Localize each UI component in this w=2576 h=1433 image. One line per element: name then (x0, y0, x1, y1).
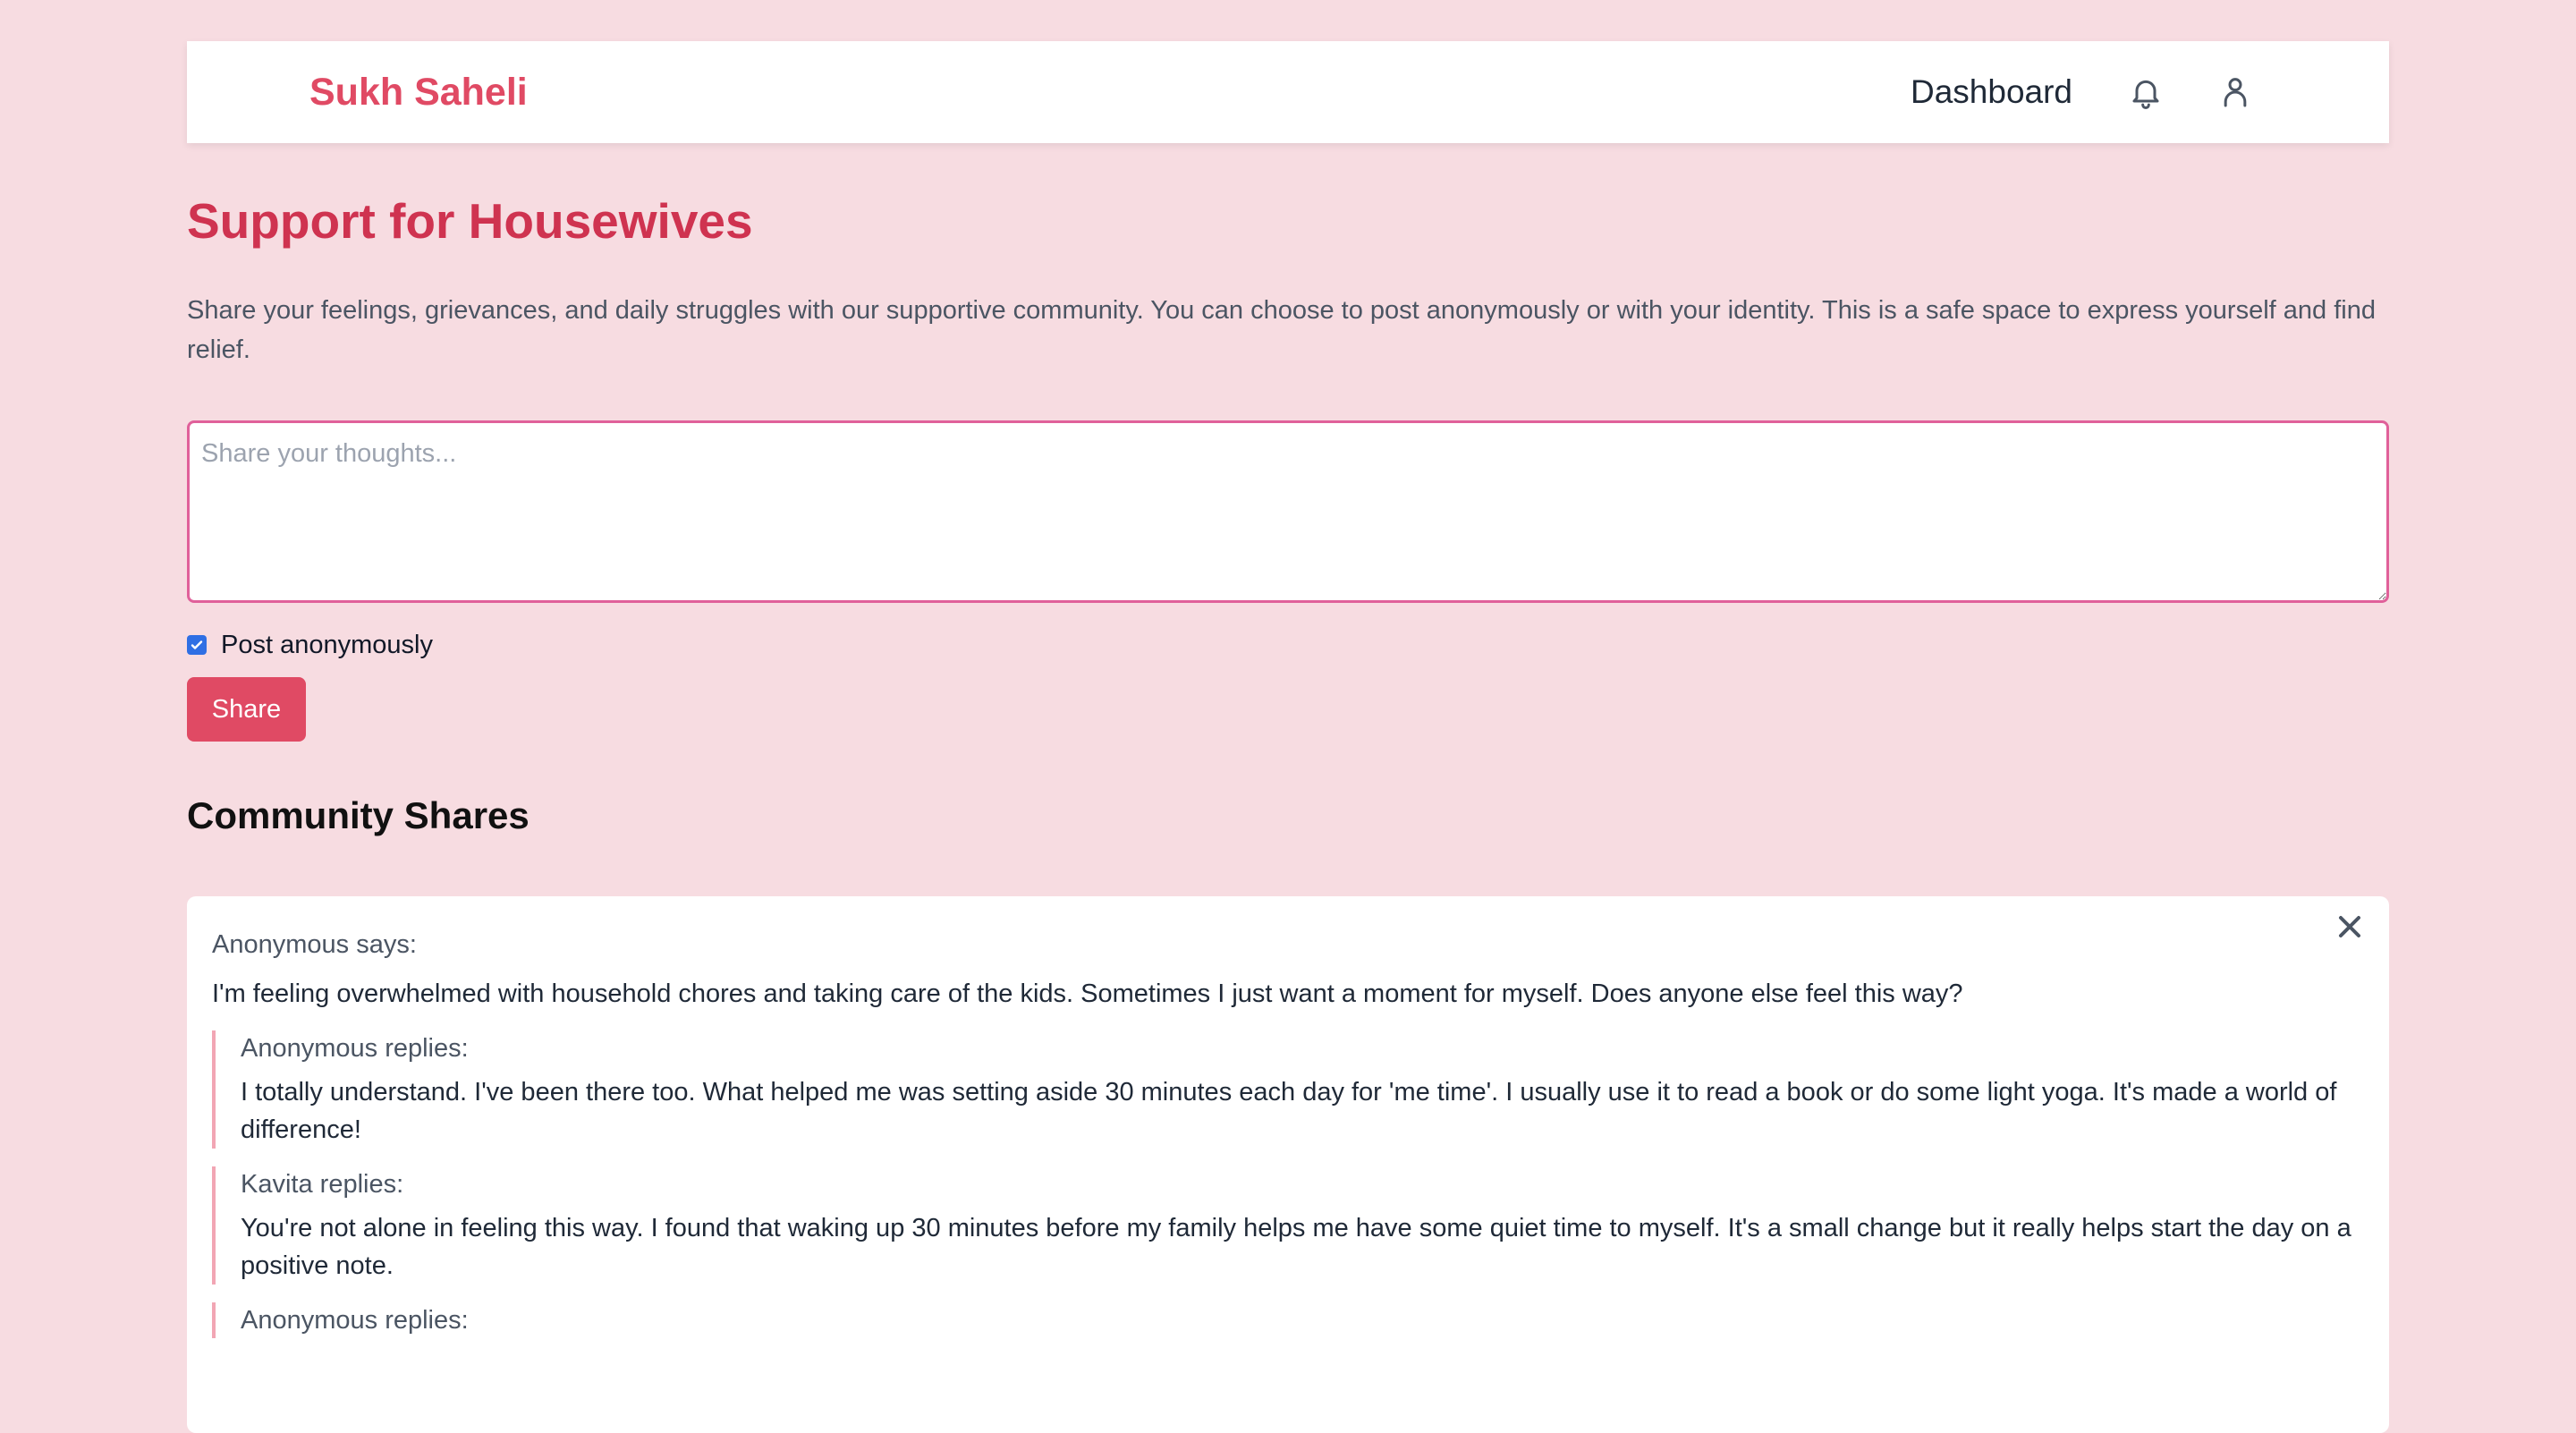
reply-text: You're not alone in feeling this way. I … (241, 1214, 2351, 1280)
anonymous-label[interactable]: Post anonymously (221, 631, 433, 660)
community-heading: Community Shares (187, 794, 530, 836)
dashboard-link[interactable]: Dashboard (1911, 73, 2072, 111)
post-card: Anonymous says: I'm feeling overwhelmed … (187, 896, 2389, 1433)
anonymous-checkbox[interactable] (187, 635, 207, 655)
reply-item: Anonymous replies: (212, 1302, 2364, 1338)
bell-icon[interactable] (2126, 72, 2165, 112)
reply-item: Anonymous replies: I totally understand.… (212, 1030, 2364, 1149)
post-author: Anonymous says: (212, 930, 417, 959)
page-intro: Share your feelings, grievances, and dai… (187, 296, 2376, 364)
reply-author: Kavita replies: (241, 1170, 404, 1199)
anonymous-option: Post anonymously (187, 626, 433, 664)
top-navbar: Sukh Saheli Dashboard (187, 41, 2389, 143)
brand-logo[interactable]: Sukh Saheli (309, 41, 528, 143)
thoughts-textarea[interactable] (190, 423, 2386, 600)
checkmark-icon (191, 640, 203, 649)
reply-text: I totally understand. I've been there to… (241, 1078, 2337, 1144)
reply-author: Anonymous replies: (241, 1306, 469, 1335)
thoughts-textarea-wrapper (187, 420, 2389, 603)
page-title: Support for Housewives (187, 193, 753, 249)
reply-author: Anonymous replies: (241, 1034, 469, 1063)
post-text: I'm feeling overwhelmed with household c… (212, 979, 1963, 1008)
reply-item: Kavita replies: You're not alone in feel… (212, 1166, 2364, 1285)
share-button[interactable]: Share (187, 677, 306, 742)
close-icon[interactable] (2332, 909, 2368, 945)
user-icon[interactable] (2216, 72, 2255, 112)
nav-actions: Dashboard (1911, 41, 2255, 143)
